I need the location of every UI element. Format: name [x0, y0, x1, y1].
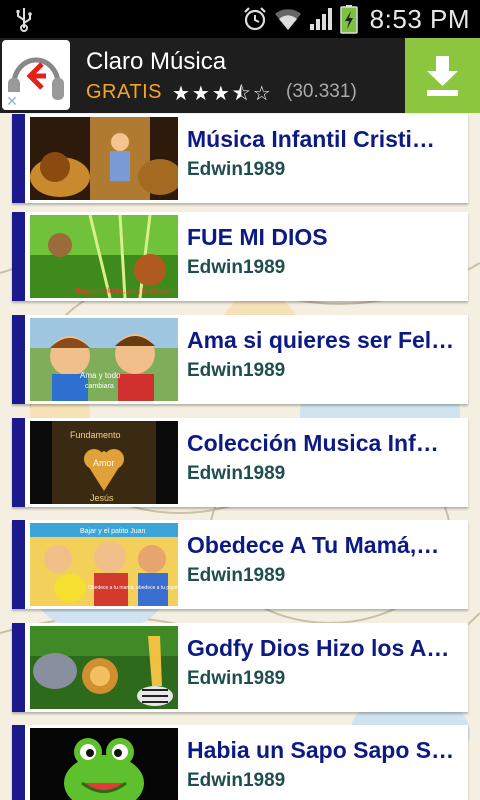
battery-charging-icon — [339, 5, 358, 34]
list-item[interactable]: Música Infantil Cristi… Edwin1989 — [12, 114, 468, 203]
video-thumbnail[interactable] — [30, 728, 178, 800]
signal-icon — [309, 8, 332, 30]
thumb-caption: Amor — [93, 458, 115, 468]
video-thumbnail[interactable]: Fundamento Amor Jesús — [30, 421, 178, 504]
ad-app-logo[interactable]: ✕ — [2, 40, 70, 110]
list-item-accent-bar — [12, 114, 25, 203]
video-thumbnail[interactable]: Ama y todo cambiara — [30, 318, 178, 401]
video-title[interactable]: Ama si quieres ser Fel… — [187, 327, 462, 354]
ad-app-name[interactable]: Claro Música — [86, 48, 226, 76]
list-item-accent-bar — [12, 623, 25, 712]
video-author: Edwin1989 — [187, 770, 286, 791]
video-title[interactable]: FUE MI DIOS — [187, 224, 462, 251]
status-bar: 8:53 PM — [0, 0, 480, 38]
video-thumbnail[interactable] — [30, 117, 178, 200]
thumb-caption: Jesús — [90, 493, 114, 503]
usb-icon — [16, 8, 32, 32]
video-title[interactable]: Música Infantil Cristi… — [187, 126, 462, 153]
list-item[interactable]: Fundamento Amor Jesús Colección Musica I… — [12, 418, 468, 507]
video-title[interactable]: Habia un Sapo Sapo S… — [187, 737, 462, 764]
ad-banner[interactable]: ✕ Claro Música GRATIS ★★★⯪☆ (30.331) — [0, 38, 480, 113]
list-item[interactable]: Godfy Dios Hizo los A… Edwin1989 — [12, 623, 468, 712]
ad-price: GRATIS — [86, 81, 162, 103]
thumb-caption: Fundamento — [70, 430, 121, 440]
download-icon — [427, 56, 458, 96]
list-item[interactable]: Sing to children, sing to children FUE M… — [12, 212, 468, 301]
thumb-caption: cambiara — [85, 383, 114, 390]
list-item-accent-bar — [12, 315, 25, 404]
status-time: 8:53 PM — [369, 3, 470, 34]
video-author: Edwin1989 — [187, 565, 286, 586]
video-thumbnail[interactable]: Bajar y el patito Juan Obedece a tu mamá… — [30, 523, 178, 606]
video-author: Edwin1989 — [187, 257, 286, 278]
alarm-icon — [243, 7, 266, 31]
ad-rating-stars: ★★★⯪☆ — [172, 83, 273, 105]
video-title[interactable]: Godfy Dios Hizo los A… — [187, 635, 462, 662]
list-item[interactable]: Bajar y el patito Juan Obedece a tu mamá… — [12, 520, 468, 609]
thumb-caption: Ama y todo — [80, 371, 121, 380]
list-item[interactable]: Ama y todo cambiara Ama si quieres ser F… — [12, 315, 468, 404]
thumb-caption: Obedece a tu mamá, obedece a tu papá — [88, 585, 178, 591]
ad-close-icon[interactable]: ✕ — [2, 92, 22, 110]
list-item-accent-bar — [12, 725, 25, 800]
list-item-accent-bar — [12, 418, 25, 507]
download-button[interactable] — [405, 38, 480, 113]
list-item-accent-bar — [12, 520, 25, 609]
video-title[interactable]: Obedece A Tu Mamá,… — [187, 532, 462, 559]
list-item-accent-bar — [12, 212, 25, 301]
video-author: Edwin1989 — [187, 463, 286, 484]
video-author: Edwin1989 — [187, 360, 286, 381]
ad-rating-count: (30.331) — [286, 81, 357, 102]
video-title[interactable]: Colección Musica Inf… — [187, 430, 462, 457]
thumb-caption: Bajar y el patito Juan — [80, 528, 145, 535]
video-list[interactable]: Música Infantil Cristi… Edwin1989 Sing t… — [0, 113, 480, 800]
wifi-icon — [274, 9, 301, 30]
video-thumbnail[interactable]: Sing to children, sing to children — [30, 215, 178, 298]
video-author: Edwin1989 — [187, 159, 286, 180]
list-item[interactable]: Habia un Sapo Sapo S… Edwin1989 — [12, 725, 468, 800]
video-thumbnail[interactable] — [30, 626, 178, 709]
video-author: Edwin1989 — [187, 668, 286, 689]
thumb-caption: Sing to children, sing to children — [75, 288, 174, 295]
